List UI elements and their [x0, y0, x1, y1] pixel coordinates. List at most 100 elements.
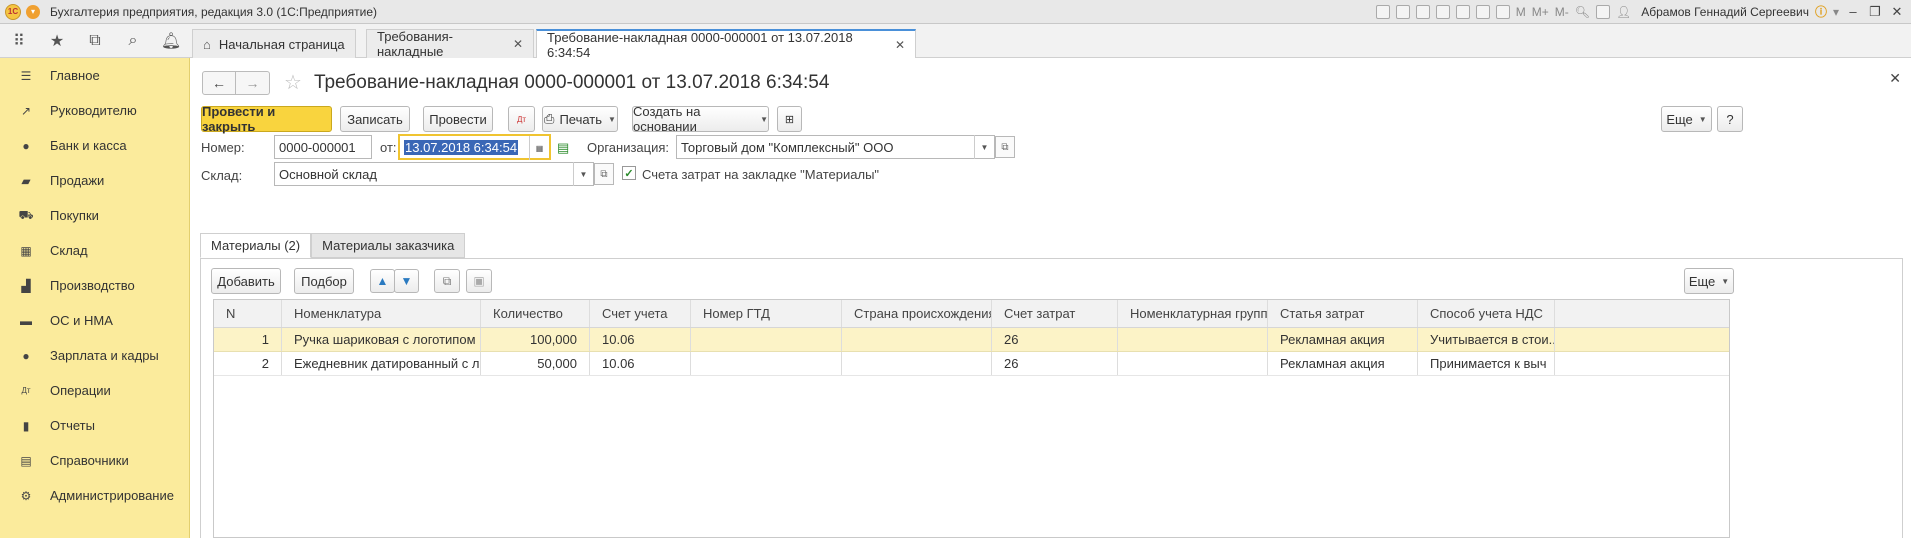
- sidebar-item-warehouse[interactable]: ▦ Склад: [0, 233, 189, 268]
- column-header[interactable]: Счет учета: [590, 300, 691, 327]
- memory-minus-button[interactable]: M-: [1555, 5, 1569, 19]
- print-icon[interactable]: [1395, 4, 1410, 19]
- table-cell[interactable]: [1118, 352, 1268, 375]
- sidebar-item-admin[interactable]: ⚙ Администрирование: [0, 478, 189, 513]
- post-button[interactable]: Провести: [423, 106, 493, 132]
- close-window-icon[interactable]: ✕: [1889, 4, 1905, 20]
- copy-rows-icon[interactable]: ⧉: [434, 269, 460, 293]
- move-up-icon[interactable]: ▲: [370, 269, 395, 293]
- table-cell[interactable]: [842, 328, 992, 351]
- more-button[interactable]: Еще ▼: [1661, 106, 1712, 132]
- sidebar-item-catalogs[interactable]: ▤ Справочники: [0, 443, 189, 478]
- table-row[interactable]: 2 Ежедневник датированный с лог... 50,00…: [214, 352, 1729, 376]
- apps-grid-icon[interactable]: ⠿: [0, 24, 38, 58]
- calendar-icon[interactable]: [1475, 4, 1490, 19]
- info-dropdown-icon[interactable]: ▾: [1833, 5, 1839, 19]
- back-button[interactable]: ←: [202, 70, 236, 95]
- pick-button[interactable]: Подбор: [294, 268, 354, 294]
- restore-icon[interactable]: ❐: [1867, 4, 1883, 20]
- memory-button[interactable]: M: [1516, 5, 1526, 19]
- print-button[interactable]: ⎙ Печать ▼: [542, 106, 618, 132]
- column-header[interactable]: Номенклатурная группа: [1118, 300, 1268, 327]
- sidebar-item-main[interactable]: ☰ Главное: [0, 58, 189, 93]
- organization-field[interactable]: Торговый дом "Комплексный" ООО ▼: [676, 135, 995, 159]
- table-cell[interactable]: Ежедневник датированный с лог...: [282, 352, 481, 375]
- panel-toggle-icon[interactable]: [1596, 4, 1611, 19]
- tab-materials[interactable]: Материалы (2): [200, 233, 312, 258]
- table-cell[interactable]: Учитывается в стои...: [1418, 328, 1555, 351]
- sidebar-item-reports[interactable]: ▮ Отчеты: [0, 408, 189, 443]
- table-cell[interactable]: Ручка шариковая с логотипом: [282, 328, 481, 351]
- table-cell[interactable]: [691, 352, 842, 375]
- table-cell[interactable]: 10.06: [590, 328, 691, 351]
- tab-list-close-icon[interactable]: ✕: [513, 37, 523, 51]
- column-header[interactable]: Страна происхождения: [842, 300, 992, 327]
- sidebar-item-assets[interactable]: ▬ ОС и НМА: [0, 303, 189, 338]
- table-more-button[interactable]: Еще ▼: [1684, 268, 1734, 294]
- table-cell[interactable]: [691, 328, 842, 351]
- info-icon[interactable]: ⓘ: [1815, 3, 1827, 20]
- table-cell[interactable]: Принимается к выч: [1418, 352, 1555, 375]
- download-icon[interactable]: [1435, 4, 1450, 19]
- tab-document-close-icon[interactable]: ✕: [895, 38, 905, 52]
- sidebar-item-operations[interactable]: Дт Операции: [0, 373, 189, 408]
- bell-icon[interactable]: 🔔︎: [152, 24, 190, 58]
- table-cell[interactable]: [1118, 328, 1268, 351]
- sidebar-item-director[interactable]: ↗ Руководителю: [0, 93, 189, 128]
- add-row-button[interactable]: Добавить: [211, 268, 281, 294]
- sidebar-item-production[interactable]: ▟ Производство: [0, 268, 189, 303]
- table-cell[interactable]: 26: [992, 352, 1118, 375]
- accounts-checkbox[interactable]: ✓: [622, 166, 636, 180]
- calendar-icon[interactable]: ▦: [529, 136, 549, 160]
- dt-kt-button[interactable]: Дт: [508, 106, 535, 132]
- calculator-icon[interactable]: [1495, 4, 1510, 19]
- favorites-star-icon[interactable]: ★: [38, 24, 76, 58]
- history-icon[interactable]: ⧉: [76, 24, 114, 58]
- table-cell[interactable]: 50,000: [481, 352, 590, 375]
- forward-button[interactable]: →: [236, 70, 270, 95]
- sidebar-item-bank[interactable]: ● Банк и касса: [0, 128, 189, 163]
- column-header[interactable]: N: [214, 300, 282, 327]
- post-and-close-button[interactable]: Провести и закрыть: [201, 104, 332, 134]
- save-button[interactable]: Записать: [340, 106, 410, 132]
- tab-customer-materials[interactable]: Материалы заказчика: [311, 233, 466, 258]
- paste-rows-icon[interactable]: ▣: [466, 269, 492, 293]
- main-menu-button[interactable]: ▾: [26, 4, 40, 19]
- column-header[interactable]: Статья затрат: [1268, 300, 1418, 327]
- tab-home[interactable]: ⌂ Начальная страница: [192, 29, 356, 58]
- table-cell[interactable]: Рекламная акция: [1268, 328, 1418, 351]
- column-header[interactable]: Номер ГТД: [691, 300, 842, 327]
- memory-plus-button[interactable]: M+: [1532, 5, 1549, 19]
- column-header[interactable]: Счет затрат: [992, 300, 1118, 327]
- open-warehouse-icon[interactable]: ⧉: [594, 163, 614, 185]
- number-field[interactable]: 0000-000001: [274, 135, 372, 159]
- save-icon[interactable]: [1375, 4, 1390, 19]
- table-cell[interactable]: 100,000: [481, 328, 590, 351]
- zoom-icon[interactable]: 🔍︎: [1575, 5, 1590, 19]
- table-row[interactable]: 1 Ручка шариковая с логотипом 100,000 10…: [214, 328, 1729, 352]
- sidebar-item-sales[interactable]: ▰ Продажи: [0, 163, 189, 198]
- close-form-icon[interactable]: ✕: [1889, 70, 1901, 87]
- help-button[interactable]: ?: [1717, 106, 1743, 132]
- column-header[interactable]: Количество: [481, 300, 590, 327]
- sidebar-item-salary[interactable]: ● Зарплата и кадры: [0, 338, 189, 373]
- tab-list[interactable]: Требования-накладные ✕: [366, 29, 534, 59]
- column-header[interactable]: Номенклатура: [282, 300, 481, 327]
- column-header[interactable]: Способ учета НДС: [1418, 300, 1555, 327]
- table-cell[interactable]: 1: [214, 328, 282, 351]
- user-name[interactable]: Абрамов Геннадий Сергеевич: [1641, 5, 1809, 19]
- table-cell[interactable]: 2: [214, 352, 282, 375]
- date-field[interactable]: 13.07.2018 6:34:54 ▦: [398, 134, 551, 160]
- favorite-star-icon[interactable]: ☆: [284, 70, 302, 95]
- warehouse-field[interactable]: Основной склад ▼: [274, 162, 594, 186]
- minimize-icon[interactable]: –: [1845, 4, 1861, 19]
- table-cell[interactable]: 26: [992, 328, 1118, 351]
- table-cell[interactable]: Рекламная акция: [1268, 352, 1418, 375]
- table-cell[interactable]: [842, 352, 992, 375]
- preview-icon[interactable]: [1415, 4, 1430, 19]
- chevron-down-icon[interactable]: ▼: [573, 162, 593, 186]
- date-picker-icon[interactable]: ▤: [557, 140, 569, 156]
- create-based-on-button[interactable]: Создать на основании ▼: [632, 104, 769, 134]
- chevron-down-icon[interactable]: ▼: [974, 135, 994, 159]
- move-down-icon[interactable]: ▼: [394, 269, 419, 293]
